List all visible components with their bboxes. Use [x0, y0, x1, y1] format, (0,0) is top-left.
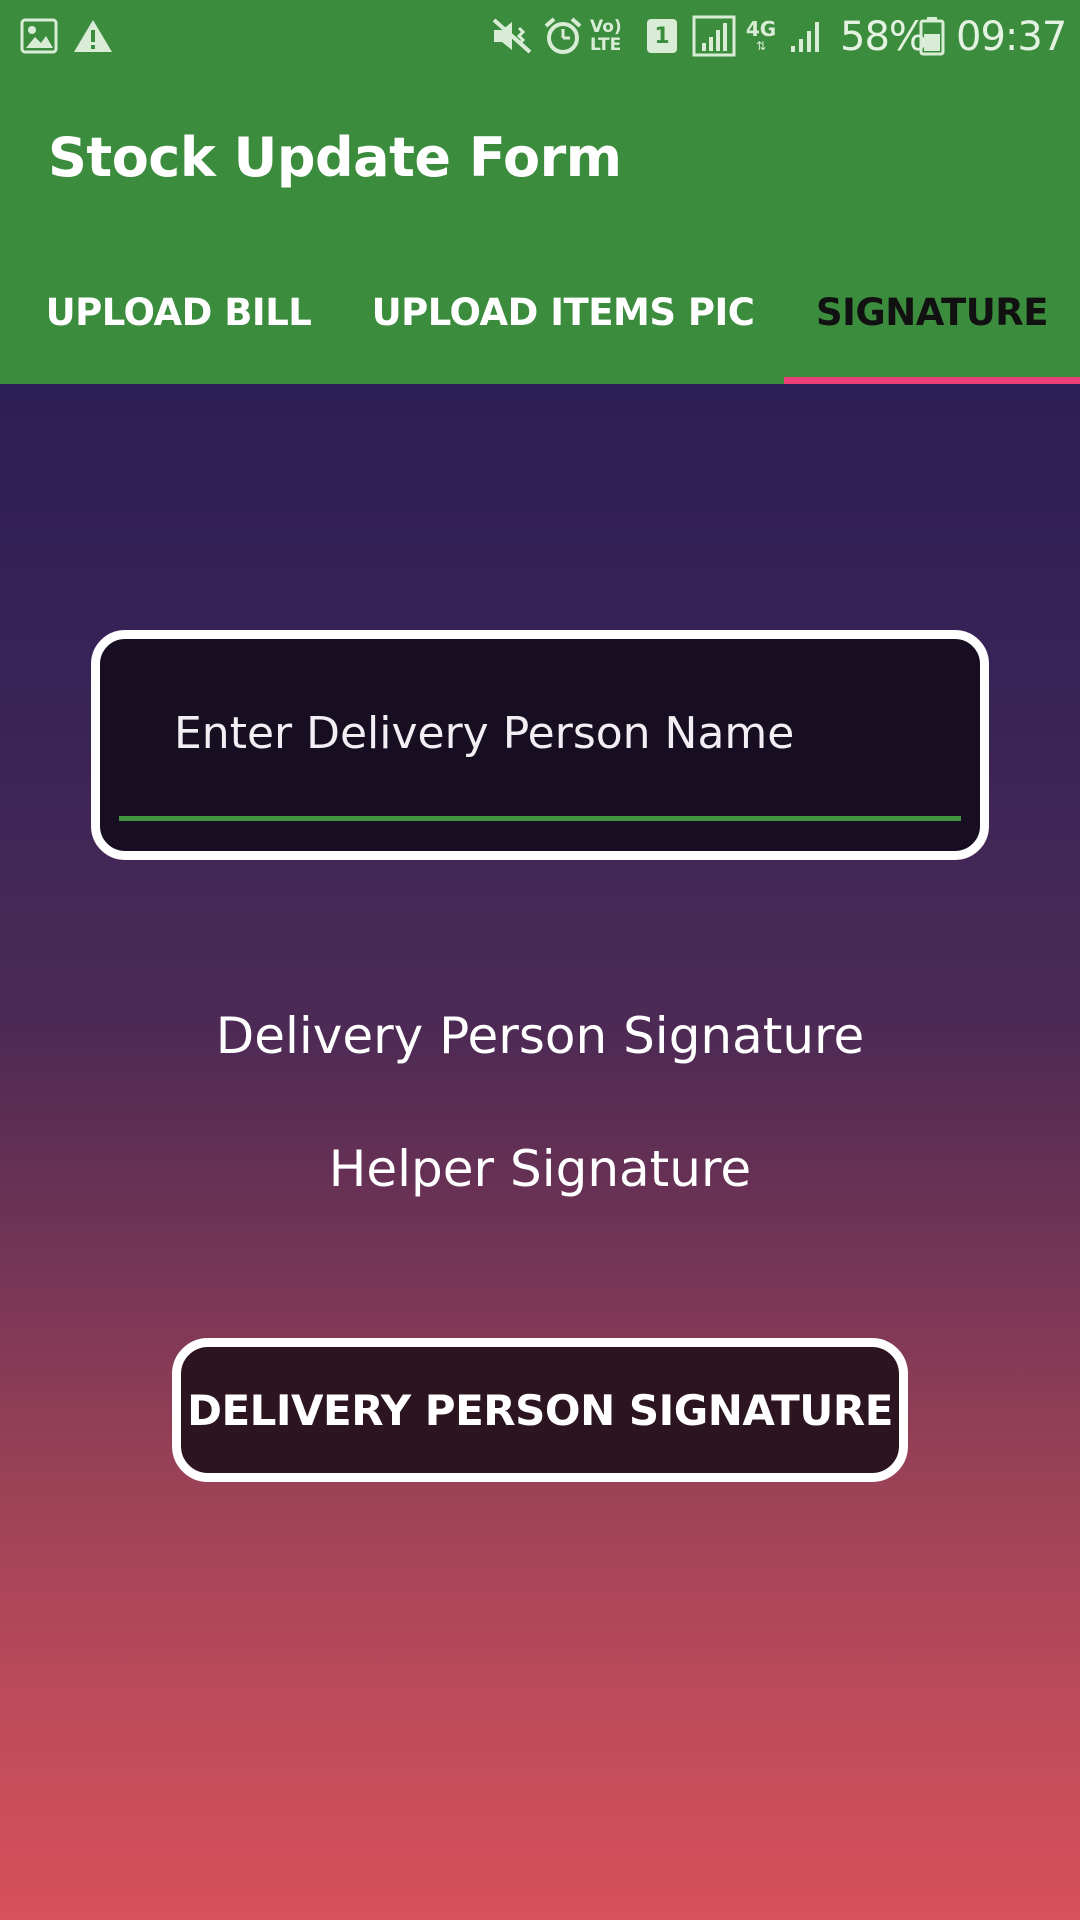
tab-bar: UPLOAD BILL UPLOAD ITEMS PIC SIGNATURE	[0, 270, 1080, 384]
volte-label: Vo) LTE	[590, 17, 622, 55]
delivery-person-name-input[interactable]	[100, 697, 980, 769]
4g-icon: 4G ⇅	[745, 17, 777, 53]
name-field-underline	[119, 816, 961, 821]
signal-icon	[692, 15, 736, 57]
signal-weak-icon	[786, 16, 826, 56]
delivery-person-signature-button[interactable]: DELIVERY PERSON SIGNATURE	[172, 1338, 908, 1482]
sim-1-icon: 1	[646, 16, 678, 56]
image-icon	[20, 16, 58, 56]
tab-upload-items-pic[interactable]: UPLOAD ITEMS PIC	[357, 270, 769, 384]
battery-icon	[918, 16, 946, 56]
network-label: 4G	[745, 17, 777, 41]
tab-signature[interactable]: SIGNATURE	[784, 270, 1080, 384]
status-bar: Vo) LTE 1 4G ⇅ 58% 09:37	[0, 0, 1080, 74]
clock: 09:37	[956, 14, 1067, 60]
volte-icon: Vo) LTE	[590, 16, 634, 56]
tab-indicator	[784, 377, 1080, 384]
app-header: Vo) LTE 1 4G ⇅ 58% 09:37 Stock Update Fo…	[0, 0, 1080, 384]
helper-signature-label[interactable]: Helper Signature	[0, 1134, 1080, 1204]
delivery-person-signature-label[interactable]: Delivery Person Signature	[0, 1001, 1080, 1071]
tab-upload-bill[interactable]: UPLOAD BILL	[0, 270, 357, 384]
sim-label: 1	[647, 19, 677, 53]
page-title: Stock Update Form	[48, 126, 622, 189]
warning-icon	[72, 16, 114, 56]
mute-icon	[492, 16, 534, 56]
battery-percentage: 58%	[840, 14, 927, 60]
delivery-person-name-card	[91, 630, 989, 860]
alarm-icon	[542, 16, 584, 56]
